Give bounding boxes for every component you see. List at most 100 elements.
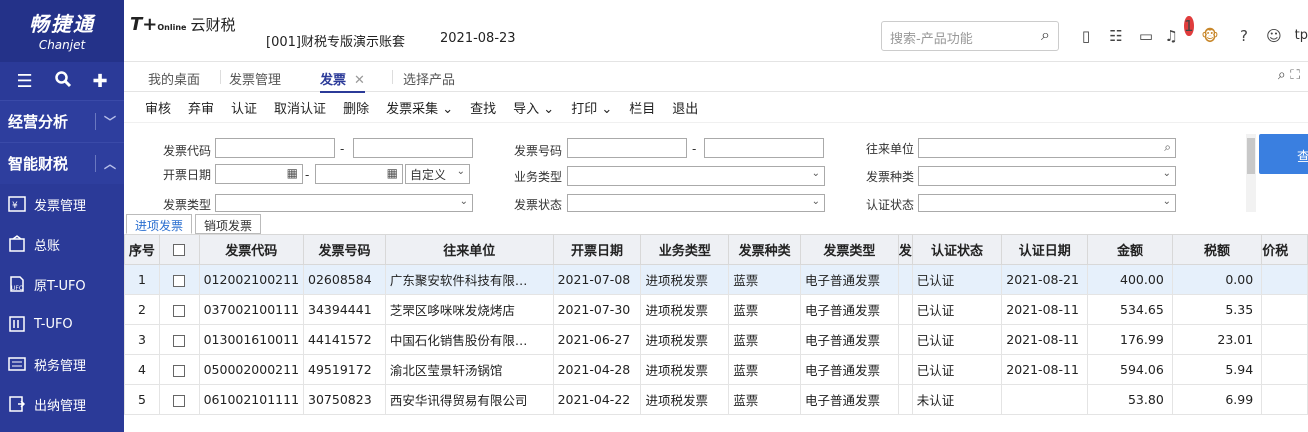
delete-button[interactable]: 删除 — [343, 98, 369, 117]
tab-output-invoice[interactable]: 销项发票 — [195, 214, 262, 234]
tab-label: 我的桌面 — [148, 73, 201, 88]
clipboard-icon[interactable]: ▯ — [1076, 26, 1096, 46]
sidebar-item-ledger[interactable]: 总账 — [0, 224, 124, 264]
unaudit-button[interactable]: 弃审 — [188, 98, 214, 117]
issue-date-to-input[interactable]: ▦ — [315, 164, 403, 184]
calendar-icon[interactable]: ▦ — [387, 166, 398, 180]
row-checkbox[interactable] — [158, 384, 200, 415]
invoice-status-select[interactable]: ⌄ — [567, 194, 825, 212]
invoice-type-select[interactable]: ⌄ — [215, 194, 473, 212]
invoice-code-label: 发票代码 — [163, 144, 212, 158]
col-header[interactable]: 认证日期 — [1001, 234, 1089, 265]
sidebar-item-tufo[interactable]: T-UFO — [0, 304, 124, 344]
find-button[interactable]: 查找 — [470, 98, 496, 117]
select-all-checkbox[interactable] — [158, 234, 200, 265]
account-name[interactable]: [001]财税专版演示账套 — [266, 31, 405, 50]
col-header[interactable]: 开票日期 — [552, 234, 642, 265]
chevron-down-icon: ⌄ — [459, 196, 468, 207]
collect-menu[interactable]: 发票采集 ⌄ — [386, 98, 453, 117]
invoice-kind-select[interactable]: ⌄ — [918, 166, 1176, 186]
table-row[interactable]: 4 050002000211 49519172 渝北区莹景轩汤锅馆 2021-04-28… — [124, 354, 1308, 385]
filter-scrollbar[interactable] — [1246, 134, 1256, 212]
print-menu[interactable]: 打印 ⌄ — [571, 98, 612, 117]
table-cell: 渝北区莹景轩汤锅馆 — [384, 354, 554, 385]
counterparty-input[interactable]: ⌕ — [918, 138, 1176, 158]
user-icon[interactable]: ☺ — [1264, 26, 1284, 46]
col-header[interactable]: 业务类型 — [640, 234, 730, 265]
tab-invoice-mgmt[interactable]: 发票管理 — [229, 69, 281, 88]
menu-icon[interactable]: ☰ — [16, 71, 32, 92]
sidebar-tools: ☰ ✚ — [0, 62, 124, 100]
calendar-icon[interactable]: ▦ — [287, 166, 298, 180]
col-header[interactable]: 发票种类 — [728, 234, 801, 265]
table-cell — [897, 324, 913, 355]
row-checkbox[interactable] — [158, 354, 200, 385]
table-row[interactable]: 1 012002100211 02608584 广东聚安软件科技有限… 2021-07-… — [124, 264, 1308, 295]
tab-input-invoice[interactable]: 进项发票 — [126, 214, 193, 234]
cert-status-select[interactable]: ⌄ — [918, 194, 1176, 212]
biz-type-select[interactable]: ⌄ — [567, 166, 825, 186]
table-cell: 西安华讯得贸易有限公司 — [384, 384, 554, 415]
mascot-icon[interactable]: 🐵 — [1196, 26, 1224, 46]
exit-button[interactable]: 退出 — [672, 98, 698, 117]
col-header[interactable]: 价税 — [1261, 234, 1308, 265]
scroll-thumb[interactable] — [1247, 138, 1255, 174]
audit-button[interactable]: 审核 — [145, 98, 171, 117]
col-header[interactable]: 税额 — [1171, 234, 1263, 265]
col-header[interactable]: 发票号码 — [303, 234, 386, 265]
search-input[interactable]: 搜索-产品功能 ⌕ — [881, 21, 1059, 51]
table-cell — [1261, 354, 1308, 385]
tab-desktop[interactable]: 我的桌面 — [148, 69, 200, 88]
query-button[interactable]: 查 — [1259, 134, 1308, 174]
chevron-down-icon: ⌄ — [539, 102, 555, 117]
tab-select-product[interactable]: 选择产品 — [403, 69, 455, 88]
date-mode-select[interactable]: 自定义 ⌄ — [405, 164, 470, 184]
invoice-code-to-input[interactable] — [353, 138, 473, 158]
col-header[interactable]: 认证状态 — [911, 234, 1003, 265]
table-cell: 2021-07-08 — [552, 264, 642, 295]
sidebar-item-ufo[interactable]: UFO 原T-UFO — [0, 264, 124, 304]
message-icon[interactable]: ▭ — [1136, 26, 1156, 46]
table-row[interactable]: 2 037002100111 34394441 芝罘区哆咪咪发烧烤店 2021-07-3… — [124, 294, 1308, 325]
invoice-no-to-input[interactable] — [704, 138, 824, 158]
sidebar-section-tax[interactable]: 智能财税 ︿ — [0, 142, 124, 184]
col-header[interactable]: 往来单位 — [384, 234, 554, 265]
sidebar-item-cashier[interactable]: 出纳管理 — [0, 384, 124, 424]
search-icon[interactable]: ⌕ — [1041, 25, 1050, 45]
search-icon[interactable] — [54, 70, 72, 93]
row-checkbox[interactable] — [158, 264, 200, 295]
table-row[interactable]: 3 013001610011 44141572 中国石化销售股份有限… 2021-06-… — [124, 324, 1308, 355]
task-list-icon[interactable]: ☷ — [1106, 26, 1126, 46]
help-icon[interactable]: ? — [1234, 26, 1254, 46]
sidebar-item-tax[interactable]: 税务管理 — [0, 344, 124, 384]
tab-search-icon[interactable]: ⌕ ⛶ — [1278, 67, 1300, 83]
col-header[interactable]: 序号 — [124, 234, 160, 265]
certify-button[interactable]: 认证 — [231, 98, 257, 117]
tab-invoice[interactable]: 发票 ✕ — [320, 69, 365, 93]
sidebar-item-invoice[interactable]: ¥ 发票管理 — [0, 184, 124, 224]
table-cell: 蓝票 — [728, 294, 801, 325]
close-icon[interactable]: ✕ — [354, 73, 365, 88]
invoice-no-from-input[interactable] — [567, 138, 687, 158]
table-row[interactable]: 5 061002101111 30750823 西安华讯得贸易有限公司 2021-04-… — [124, 384, 1308, 415]
chevron-up-icon[interactable]: ︿ — [94, 155, 116, 172]
col-header[interactable]: 发票类型 — [799, 234, 899, 265]
cancel-certify-button[interactable]: 取消认证 — [274, 98, 326, 117]
bell-icon[interactable]: ♫ 1 — [1165, 16, 1194, 46]
user-name[interactable]: tp — [1295, 28, 1308, 43]
row-checkbox[interactable] — [158, 324, 200, 355]
invoice-code-from-input[interactable] — [215, 138, 335, 158]
issue-date-from-input[interactable]: ▦ — [215, 164, 303, 184]
lookup-icon[interactable]: ⌕ — [1164, 140, 1171, 155]
columns-button[interactable]: 栏目 — [629, 98, 655, 117]
col-header[interactable]: 发 — [897, 234, 913, 265]
col-header[interactable]: 发票代码 — [198, 234, 305, 265]
sidebar-section-analysis[interactable]: 经营分析 ﹀ — [0, 100, 124, 142]
col-header[interactable]: 金额 — [1087, 234, 1173, 265]
collect-label: 发票采集 — [386, 102, 439, 117]
chevron-down-icon[interactable]: ﹀ — [94, 113, 116, 130]
sidebar-item-label: 出纳管理 — [34, 398, 87, 414]
row-checkbox[interactable] — [158, 294, 200, 325]
add-icon[interactable]: ✚ — [92, 71, 107, 92]
import-menu[interactable]: 导入 ⌄ — [513, 98, 554, 117]
